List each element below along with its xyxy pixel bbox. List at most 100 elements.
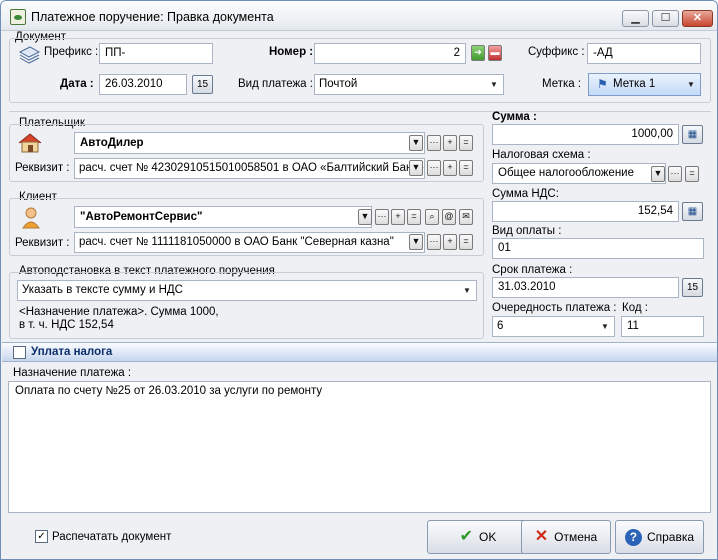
chevron-down-icon: ▼ bbox=[687, 80, 695, 89]
add-icon[interactable]: + bbox=[443, 234, 457, 250]
house-icon bbox=[18, 133, 42, 153]
calculator-icon[interactable]: ▦ bbox=[682, 202, 703, 221]
help-label: Справка bbox=[646, 530, 695, 544]
suffix-input[interactable]: -АД bbox=[587, 43, 701, 64]
add-icon[interactable]: + bbox=[391, 209, 405, 225]
close-button[interactable]: ✕ bbox=[682, 10, 713, 27]
chevron-down-icon[interactable]: ▼ bbox=[358, 209, 372, 225]
person-icon bbox=[22, 207, 40, 229]
autosubst-preview-line1: <Назначение платежа>. Сумма 1000, bbox=[19, 306, 219, 318]
help-icon: ? bbox=[624, 529, 642, 547]
ok-button[interactable]: ✔ OK bbox=[427, 520, 529, 554]
help-button[interactable]: ? Справка bbox=[615, 520, 704, 554]
edit-icon[interactable]: = bbox=[459, 135, 473, 151]
add-icon[interactable]: + bbox=[443, 135, 457, 151]
chevron-down-icon[interactable]: ▼ bbox=[651, 166, 665, 182]
chevron-down-icon: ▼ bbox=[463, 286, 471, 295]
cancel-button[interactable]: ✕ Отмена bbox=[521, 520, 611, 554]
client-requisite-select[interactable]: расч. счет № 1111181050000 в ОАО Банк "С… bbox=[74, 232, 425, 253]
title-bar: Платежное поручение: Правка документа ▁ … bbox=[1, 1, 717, 31]
payment-type-value: Почтой bbox=[319, 78, 358, 90]
priority-select[interactable]: 6 ▼ bbox=[492, 316, 615, 337]
date-label: Дата : bbox=[60, 78, 94, 90]
edit-icon[interactable]: = bbox=[685, 166, 699, 182]
prefix-input[interactable]: ПП- bbox=[99, 43, 213, 64]
search-icon[interactable]: ⌕ bbox=[425, 209, 439, 225]
autosubst-preview-line2: в т. ч. НДС 152,54 bbox=[19, 319, 114, 331]
tax-checkbox[interactable] bbox=[13, 346, 26, 359]
more-icon[interactable]: ··· bbox=[427, 160, 441, 176]
payment-type-label: Вид платежа : bbox=[238, 78, 313, 90]
cancel-icon: ✕ bbox=[534, 528, 549, 545]
tax-label: Уплата налога bbox=[31, 346, 113, 358]
document-money-icon bbox=[10, 9, 26, 25]
suffix-label: Суффикс : bbox=[528, 46, 585, 58]
mail-icon[interactable]: ✉ bbox=[459, 209, 473, 225]
minimize-button[interactable]: ▁ bbox=[622, 10, 649, 27]
payer-name-input[interactable]: АвтоДилер bbox=[74, 132, 425, 154]
edit-icon[interactable]: = bbox=[459, 234, 473, 250]
priority-value: 6 bbox=[497, 320, 504, 332]
purpose-text: Оплата по счету №25 от 26.03.2010 за усл… bbox=[15, 385, 323, 397]
email-at-icon[interactable]: @ bbox=[442, 209, 456, 225]
purpose-textarea[interactable]: Оплата по счету №25 от 26.03.2010 за усл… bbox=[8, 381, 711, 513]
code-input[interactable]: 11 bbox=[621, 316, 704, 337]
chevron-down-icon[interactable]: ▼ bbox=[409, 234, 423, 250]
check-icon: ✔ bbox=[459, 528, 474, 545]
more-icon[interactable]: ··· bbox=[668, 166, 682, 182]
chevron-down-icon: ▼ bbox=[601, 322, 609, 331]
sum-input[interactable]: 1000,00 bbox=[492, 124, 679, 145]
vat-input[interactable]: 152,54 bbox=[492, 201, 679, 222]
more-icon[interactable]: ··· bbox=[427, 234, 441, 250]
cancel-label: Отмена bbox=[554, 530, 598, 544]
pay-kind-label: Вид оплаты : bbox=[492, 225, 562, 237]
window-title: Платежное поручение: Правка документа bbox=[31, 10, 274, 24]
separator bbox=[9, 111, 711, 112]
due-date-input[interactable]: 31.03.2010 bbox=[492, 277, 679, 298]
add-icon[interactable]: + bbox=[443, 160, 457, 176]
chevron-down-icon: ▼ bbox=[490, 80, 498, 89]
mark-value: Метка 1 bbox=[613, 78, 656, 90]
payer-requisite-select[interactable]: расч. счет № 42302910515010058501 в ОАО … bbox=[74, 158, 425, 179]
flag-icon: ⚑ bbox=[597, 77, 608, 91]
autosubst-select[interactable]: Указать в тексте сумму и НДС ▼ bbox=[17, 280, 477, 301]
more-icon[interactable]: ··· bbox=[427, 135, 441, 151]
due-label: Срок платежа : bbox=[492, 264, 573, 276]
maximize-button[interactable]: ☐ bbox=[652, 10, 679, 27]
number-clear-icon[interactable]: ▬ bbox=[488, 45, 502, 61]
pay-kind-input[interactable]: 01 bbox=[492, 238, 704, 259]
payment-order-window: Платежное поручение: Правка документа ▁ … bbox=[0, 0, 718, 560]
print-checkbox[interactable]: ✓ bbox=[35, 530, 48, 543]
print-label: Распечатать документ bbox=[52, 531, 172, 543]
purpose-label: Назначение платежа : bbox=[13, 367, 132, 379]
chevron-down-icon[interactable]: ▼ bbox=[409, 160, 423, 176]
sum-label: Сумма : bbox=[492, 111, 537, 123]
tax-scheme-select[interactable]: Общее налогообложение bbox=[492, 163, 666, 184]
vat-label: Сумма НДС: bbox=[492, 188, 559, 200]
mark-select[interactable]: ⚑ Метка 1 ▼ bbox=[588, 73, 701, 96]
code-label: Код : bbox=[622, 302, 648, 314]
client-requisite-value: расч. счет № 1111181050000 в ОАО Банк "С… bbox=[79, 236, 394, 248]
number-next-icon[interactable]: ➜ bbox=[471, 45, 485, 61]
number-label: Номер : bbox=[269, 46, 314, 58]
documents-icon bbox=[18, 46, 41, 64]
payment-type-select[interactable]: Почтой ▼ bbox=[314, 74, 504, 95]
tax-scheme-label: Налоговая схема : bbox=[492, 149, 591, 161]
number-input[interactable]: 2 bbox=[314, 43, 466, 64]
edit-icon[interactable]: = bbox=[407, 209, 421, 225]
more-icon[interactable]: ··· bbox=[375, 209, 389, 225]
payer-requisite-value: расч. счет № 42302910515010058501 в ОАО … bbox=[79, 162, 424, 174]
client-requisite-label: Реквизит : bbox=[15, 237, 70, 249]
client-name-input[interactable]: "АвтоРемонтСервис" bbox=[74, 206, 372, 228]
calendar-icon[interactable]: 15 bbox=[682, 278, 703, 297]
date-input[interactable]: 26.03.2010 bbox=[99, 74, 187, 95]
mark-label: Метка : bbox=[542, 78, 582, 90]
chevron-down-icon[interactable]: ▼ bbox=[409, 135, 423, 151]
calendar-icon[interactable]: 15 bbox=[192, 75, 213, 94]
priority-label: Очередность платежа : bbox=[492, 302, 617, 314]
prefix-label: Префикс : bbox=[44, 46, 99, 58]
calculator-icon[interactable]: ▦ bbox=[682, 125, 703, 144]
edit-icon[interactable]: = bbox=[459, 160, 473, 176]
autosubst-value: Указать в тексте сумму и НДС bbox=[22, 284, 183, 296]
ok-label: OK bbox=[479, 530, 497, 544]
